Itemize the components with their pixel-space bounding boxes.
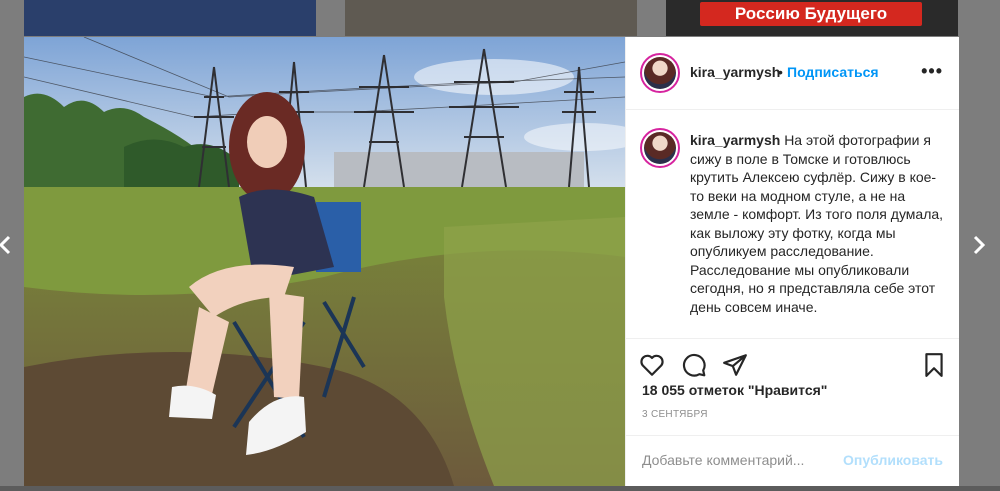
caption-body: На этой фотографии я сижу в поле в Томск…	[690, 132, 944, 315]
chevron-left-icon[interactable]	[0, 235, 16, 255]
bookmark-icon[interactable]	[921, 352, 947, 378]
caption-section: kira_yarmysh На этой фотографии я сижу в…	[626, 110, 959, 339]
background-thumbnail[interactable]	[24, 0, 316, 36]
thumbnail-banner-text: Россию Будущего	[700, 2, 922, 26]
background-thumbnail[interactable]	[345, 0, 637, 36]
username-link[interactable]: kira_yarmysh	[690, 64, 780, 80]
action-bar	[626, 339, 959, 387]
avatar[interactable]	[640, 53, 680, 93]
background-thumbnail[interactable]: Россию Будущего	[666, 0, 958, 36]
post-photo[interactable]	[24, 37, 625, 486]
comment-input[interactable]	[642, 452, 832, 468]
heart-icon[interactable]	[639, 352, 665, 378]
chevron-right-icon[interactable]	[968, 235, 988, 255]
more-options-icon[interactable]: •••	[921, 61, 943, 82]
post-date[interactable]: 3 СЕНТЯБРЯ	[642, 409, 708, 420]
paper-plane-icon[interactable]	[722, 352, 748, 378]
post-side-panel: kira_yarmysh • Подписаться ••• kira_yarm…	[625, 37, 959, 486]
caption-username[interactable]: kira_yarmysh	[690, 132, 780, 148]
comment-form: Опубликовать	[626, 435, 959, 487]
comment-icon[interactable]	[681, 352, 707, 378]
caption-text: kira_yarmysh На этой фотографии я сижу в…	[690, 131, 948, 316]
likes-count[interactable]: 18 055 отметок "Нравится"	[642, 382, 827, 398]
separator-dot: •	[778, 64, 783, 80]
post-comment-button[interactable]: Опубликовать	[843, 452, 943, 468]
post-header: kira_yarmysh • Подписаться •••	[626, 37, 959, 110]
avatar[interactable]	[640, 128, 680, 168]
follow-button[interactable]: Подписаться	[787, 64, 879, 80]
